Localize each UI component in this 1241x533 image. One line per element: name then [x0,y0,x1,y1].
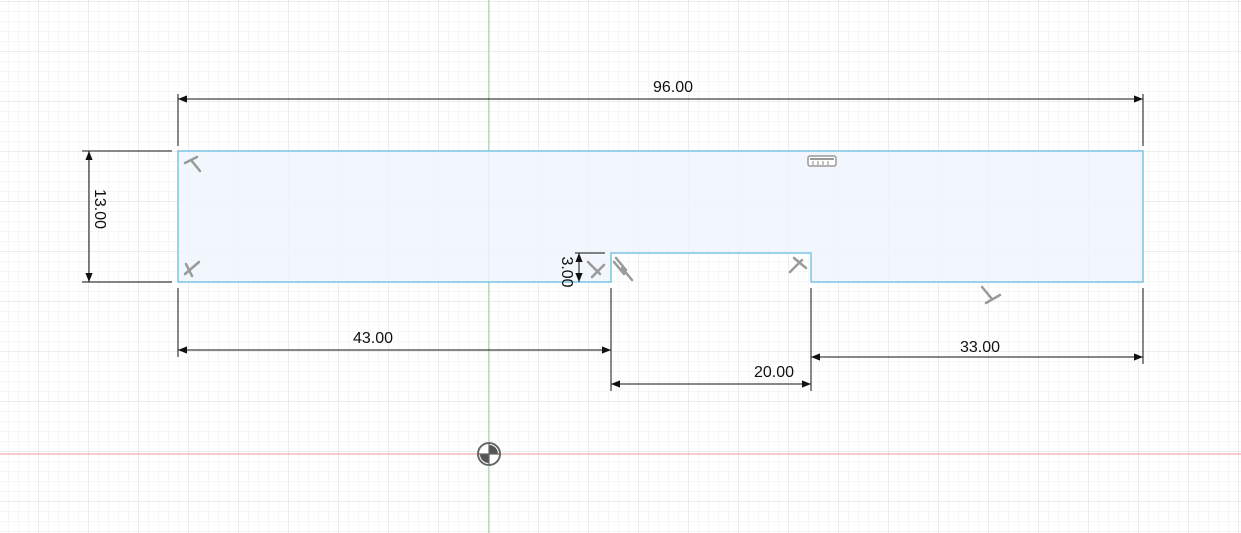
origin-icon[interactable] [477,442,501,466]
sketch-canvas[interactable]: 96.00 13.00 3.00 43.00 20.00 33.00 [0,0,1241,533]
dim-text-overall-width[interactable]: 96.00 [653,79,693,96]
dim-text-slot-width[interactable]: 20.00 [754,364,794,381]
dim-text-height[interactable]: 13.00 [91,189,108,229]
horizontal-constraint-icon[interactable] [807,155,837,167]
dim-text-right-segment[interactable]: 33.00 [960,339,1000,356]
dim-text-left-segment[interactable]: 43.00 [353,330,393,347]
dim-text-slot-depth[interactable]: 3.00 [558,256,575,287]
